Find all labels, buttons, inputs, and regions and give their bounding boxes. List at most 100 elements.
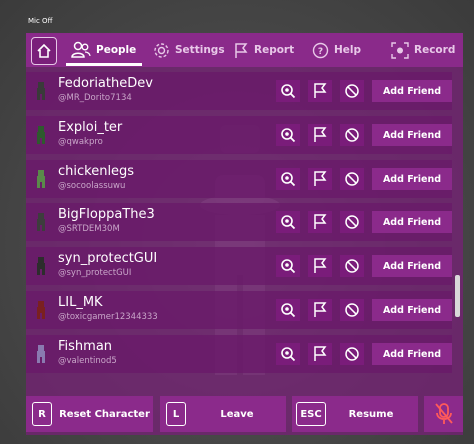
block-player-button[interactable] [340,168,364,190]
player-username: @syn_protectGUI [58,268,132,278]
mic-muted-icon [434,403,453,424]
tab-settings[interactable]: Settings [153,36,225,64]
block-icon [345,259,359,273]
mic-toggle-button[interactable] [424,396,463,432]
block-player-button[interactable] [340,211,364,233]
add-friend-button[interactable]: Add Friend [372,211,452,233]
player-display-name: syn_protectGUI [58,251,158,266]
add-friend-button[interactable]: Add Friend [372,343,452,365]
record-icon [391,41,409,59]
player-avatar [37,257,45,275]
gear-icon [154,42,169,58]
help-icon: ? [312,42,329,58]
svg-text:?: ? [318,47,323,57]
flag-icon [235,42,248,58]
report-player-button[interactable] [308,124,332,146]
player-username: @toxicgamer12344333 [58,312,158,322]
player-row: FedoriatheDev @MR_Dorito7134 Add Friend [26,72,452,110]
inspect-button[interactable] [276,255,300,277]
block-player-button[interactable] [340,299,364,321]
report-player-button[interactable] [308,299,332,321]
player-username: @qwakpro [58,137,103,147]
block-player-button[interactable] [340,124,364,146]
add-friend-button[interactable]: Add Friend [372,299,452,321]
block-icon [345,172,359,186]
active-tab-indicator [66,63,142,66]
mic-status: Mic Off [28,17,53,25]
inspect-icon [281,128,296,143]
tab-settings-label: Settings [175,44,225,56]
add-friend-button[interactable]: Add Friend [372,168,452,190]
player-avatar [37,82,45,100]
tab-report-label: Report [254,44,295,56]
add-friend-button[interactable]: Add Friend [372,255,452,277]
player-avatar [37,345,45,363]
add-friend-button[interactable]: Add Friend [372,80,452,102]
inspect-icon [281,84,296,99]
block-icon [345,215,359,229]
flag-icon [314,346,327,361]
inspect-button[interactable] [276,80,300,102]
player-display-name: FedoriatheDev [58,76,153,91]
player-username: @MR_Dorito7134 [58,93,132,103]
player-avatar [37,213,45,231]
flag-icon [314,214,327,229]
tab-report[interactable]: Report [233,36,294,64]
block-icon [345,347,359,361]
player-avatar [37,126,45,144]
resume-label: Resume [348,408,394,420]
block-player-button[interactable] [340,343,364,365]
report-player-button[interactable] [308,80,332,102]
tab-people[interactable]: People [71,36,136,64]
inspect-icon [281,347,296,362]
player-row: Fishman @valentinod5 Add Friend [26,335,452,373]
flag-icon [314,83,327,98]
people-icon [71,41,91,58]
player-row: LIL_MK @toxicgamer12344333 Add Friend [26,291,452,329]
tab-help[interactable]: ? Help [312,36,361,64]
flag-icon [314,171,327,186]
report-player-button[interactable] [308,343,332,365]
inspect-button[interactable] [276,124,300,146]
player-list[interactable]: FedoriatheDev @MR_Dorito7134 Add Friend [26,72,452,387]
leave-key-hint: L [166,402,186,426]
resume-button[interactable]: ESC Resume [292,396,418,432]
inspect-icon [281,259,296,274]
report-player-button[interactable] [308,211,332,233]
leave-button[interactable]: L Leave [160,396,286,432]
inspect-icon [281,303,296,318]
scrollbar[interactable] [455,275,460,317]
player-display-name: chickenlegs [58,164,135,179]
player-username: @SRTDEM30M [58,224,120,234]
reset-key-hint: R [32,402,52,426]
report-player-button[interactable] [308,255,332,277]
reset-character-button[interactable]: R Reset Character [26,396,153,432]
flag-icon [314,258,327,273]
inspect-button[interactable] [276,343,300,365]
player-row: chickenlegs @socoolassuwu Add Friend [26,160,452,198]
block-player-button[interactable] [340,255,364,277]
tab-help-label: Help [334,44,362,56]
home-button[interactable] [31,37,57,65]
tab-record-label: Record [414,44,456,56]
player-username: @socoolassuwu [58,181,126,191]
tab-record[interactable]: Record [391,36,455,64]
player-display-name: Exploi_ter [58,120,123,135]
flag-icon [314,127,327,142]
add-friend-button[interactable]: Add Friend [372,124,452,146]
player-username: @valentinod5 [58,356,117,366]
leave-label: Leave [220,408,254,420]
block-player-button[interactable] [340,80,364,102]
block-icon [345,84,359,98]
home-icon [37,43,51,58]
inspect-button[interactable] [276,299,300,321]
inspect-button[interactable] [276,168,300,190]
report-player-button[interactable] [308,168,332,190]
player-row: syn_protectGUI @syn_protectGUI Add Frien… [26,247,452,285]
player-row: Exploi_ter @qwakpro Add Friend [26,116,452,154]
player-display-name: LIL_MK [58,295,103,310]
player-row: BigFloppaThe3 @SRTDEM30M Add Friend [26,203,452,241]
inspect-button[interactable] [276,211,300,233]
resume-key-hint: ESC [296,402,326,426]
bottom-bar: R Reset Character L Leave ESC Resume [26,396,463,434]
